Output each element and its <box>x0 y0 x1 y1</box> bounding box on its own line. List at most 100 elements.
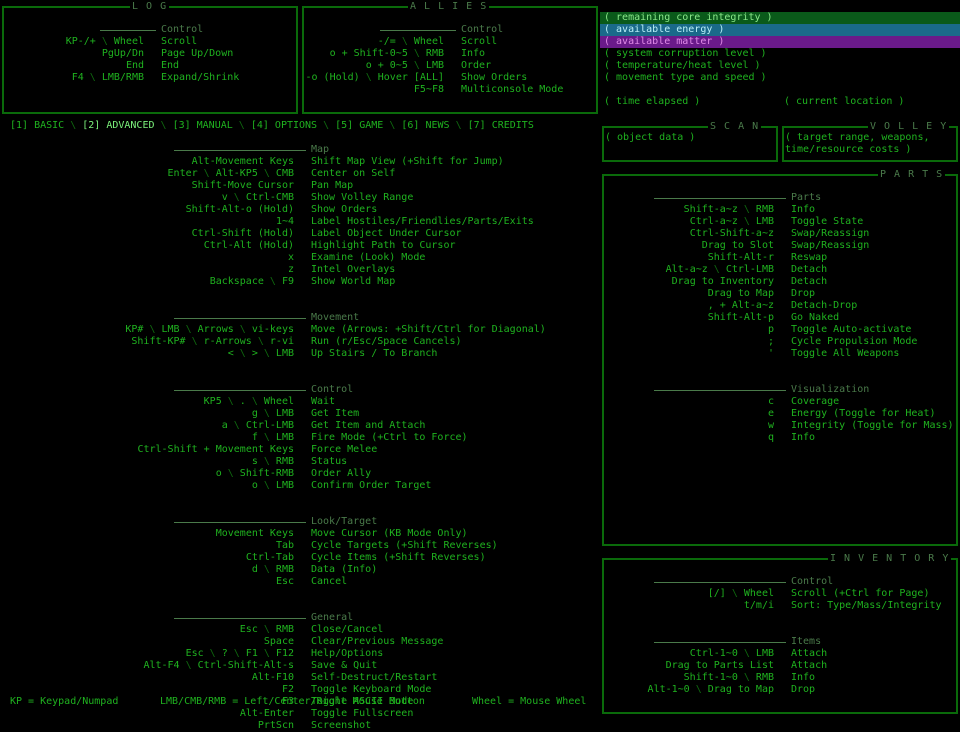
main-general-divider <box>174 618 306 619</box>
scan-text: ( object data ) <box>605 132 696 143</box>
main-map-divider <box>174 150 306 151</box>
key-binding: e <box>767 408 774 419</box>
binding-description: Screenshot <box>311 720 372 731</box>
key-binding: a \ Ctrl-LMB <box>221 420 294 431</box>
key-binding: Alt-a~z \ Ctrl-LMB <box>665 264 774 275</box>
binding-description: Wait <box>311 396 336 407</box>
key-binding: Space <box>263 636 294 647</box>
tab-credits[interactable]: [7] CREDITS <box>468 120 534 131</box>
binding-description: Scroll <box>461 36 498 47</box>
log-title: L O G <box>130 1 170 13</box>
binding-description: Info <box>791 204 816 215</box>
binding-description: Intel Overlays <box>311 264 396 275</box>
main-map-binding-row: z Intel Overlays <box>0 264 600 276</box>
parts-parts-binding-row: Shift-Alt-p Go Naked <box>600 312 960 324</box>
tab-options[interactable]: [4] OPTIONS <box>251 120 317 131</box>
key-binding: ' <box>767 348 774 359</box>
binding-description: Label Object Under Cursor <box>311 228 462 239</box>
allies-control-binding-row: o + 0~5 \ LMB Order <box>300 60 600 72</box>
binding-description: Drop <box>791 288 816 299</box>
key-binding: Ctrl-Shift + Movement Keys <box>137 444 294 455</box>
main-look-target-binding-row: Tab Cycle Targets (+Shift Reverses) <box>0 540 600 552</box>
scan-panel: S C A N ( object data ) <box>602 121 778 162</box>
tab-advanced[interactable]: [2] ADVANCED <box>82 120 154 131</box>
key-binding: PgUp/Dn <box>101 48 144 59</box>
main-look-target-binding-row: Movement Keys Move Cursor (KB Mode Only) <box>0 528 600 540</box>
main-look-target-divider <box>174 522 306 523</box>
binding-description: Data (Info) <box>311 564 378 575</box>
key-binding: Shift-a~z \ RMB <box>683 204 774 215</box>
key-binding: Ctrl-Alt (Hold) <box>203 240 294 251</box>
main-map-binding-row: Alt-Movement Keys Shift Map View (+Shift … <box>0 156 600 168</box>
allies-control-heading: Control <box>461 24 504 35</box>
inventory-control-divider <box>654 582 786 583</box>
heat-label: ( temperature/heat level ) <box>604 60 761 71</box>
footer-kp-legend: KP = Keypad/Numpad <box>10 696 119 707</box>
inventory-title: I N V E N T O R Y <box>828 553 952 565</box>
key-binding: Esc \ RMB <box>239 624 294 635</box>
key-binding: z <box>287 264 294 275</box>
scan-title: S C A N <box>708 121 762 133</box>
key-binding: KP-/+ \ Wheel <box>65 36 144 47</box>
inventory-items-heading: Items <box>791 636 822 647</box>
key-binding: Drag to Map <box>707 288 774 299</box>
corruption-label: ( system corruption level ) <box>604 48 767 59</box>
binding-description: Show Volley Range <box>311 192 414 203</box>
binding-description: Multiconsole Mode <box>461 84 564 95</box>
energy-bar[interactable]: ( available energy ) <box>600 24 960 36</box>
allies-title: A L L I E S <box>408 1 490 13</box>
log-control-heading: Control <box>161 24 204 35</box>
key-binding: d \ RMB <box>251 564 294 575</box>
binding-description: Force Melee <box>311 444 378 455</box>
binding-description: Help/Options <box>311 648 384 659</box>
key-binding: Ctrl-1~0 \ LMB <box>689 648 774 659</box>
key-binding: g \ LMB <box>251 408 294 419</box>
main-control-binding-row: g \ LMB Get Item <box>0 408 600 420</box>
binding-description: Move (Arrows: +Shift/Ctrl for Diagonal) <box>311 324 546 335</box>
movement-label: ( movement type and speed ) <box>604 72 767 83</box>
tab-news[interactable]: [6] NEWS <box>401 120 449 131</box>
binding-description: Info <box>791 672 816 683</box>
allies-control-binding-row: -/= \ Wheel Scroll <box>300 36 600 48</box>
matter-bar[interactable]: ( available matter ) <box>600 36 960 48</box>
binding-description: Move Cursor (KB Mode Only) <box>311 528 468 539</box>
inventory-control-binding-row: t/m/i Sort: Type/Mass/Integrity <box>600 600 960 612</box>
key-binding: Shift-Alt-r <box>707 252 774 263</box>
log-control-divider <box>100 30 156 31</box>
key-binding: Movement Keys <box>215 528 294 539</box>
key-binding: Ctrl-Shift (Hold) <box>191 228 294 239</box>
tab-separator: \ <box>64 120 83 131</box>
binding-description: Go Naked <box>791 312 840 323</box>
binding-description: Toggle All Weapons <box>791 348 900 359</box>
parts-parts-binding-row: ' Toggle All Weapons <box>600 348 960 360</box>
binding-description: Shift Map View (+Shift for Jump) <box>311 156 504 167</box>
key-binding: Shift-Alt-o (Hold) <box>185 204 294 215</box>
binding-description: Examine (Look) Mode <box>311 252 426 263</box>
key-binding: o \ LMB <box>251 480 294 491</box>
key-binding: x <box>287 252 294 263</box>
parts-parts-binding-row: Shift-Alt-r Reswap <box>600 252 960 264</box>
inventory-items-binding-row: Shift-1~0 \ RMB Info <box>600 672 960 684</box>
binding-description: Label Hostiles/Friendlies/Parts/Exits <box>311 216 534 227</box>
parts-visualization-heading: Visualization <box>791 384 870 395</box>
binding-description: Attach <box>791 648 828 659</box>
tab-manual[interactable]: [3] MANUAL <box>173 120 233 131</box>
binding-description: Self-Destruct/Restart <box>311 672 438 683</box>
binding-description: Detach <box>791 264 828 275</box>
binding-description: Fire Mode (+Ctrl to Force) <box>311 432 468 443</box>
key-binding: Drag to Parts List <box>665 660 774 671</box>
inventory-items-binding-row: Ctrl-1~0 \ LMB Attach <box>600 648 960 660</box>
parts-parts-binding-row: Ctrl-Shift-a~z Swap/Reassign <box>600 228 960 240</box>
main-map-binding-row: 1~4 Label Hostiles/Friendlies/Parts/Exits <box>0 216 600 228</box>
key-binding: Alt-F4 \ Ctrl-Shift-Alt-s <box>143 660 294 671</box>
key-binding: w <box>767 420 774 431</box>
key-binding: s \ RMB <box>251 456 294 467</box>
parts-parts-binding-row: Ctrl-a~z \ LMB Toggle State <box>600 216 960 228</box>
binding-description: Get Item and Attach <box>311 420 426 431</box>
tab-basic[interactable]: [1] BASIC <box>10 120 64 131</box>
key-binding: Alt-F10 <box>251 672 294 683</box>
tab-game[interactable]: [5] GAME <box>335 120 383 131</box>
core-integrity-bar[interactable]: ( remaining core integrity ) <box>600 12 960 24</box>
key-binding: F4 \ LMB/RMB <box>71 72 144 83</box>
binding-description: Get Item <box>311 408 360 419</box>
